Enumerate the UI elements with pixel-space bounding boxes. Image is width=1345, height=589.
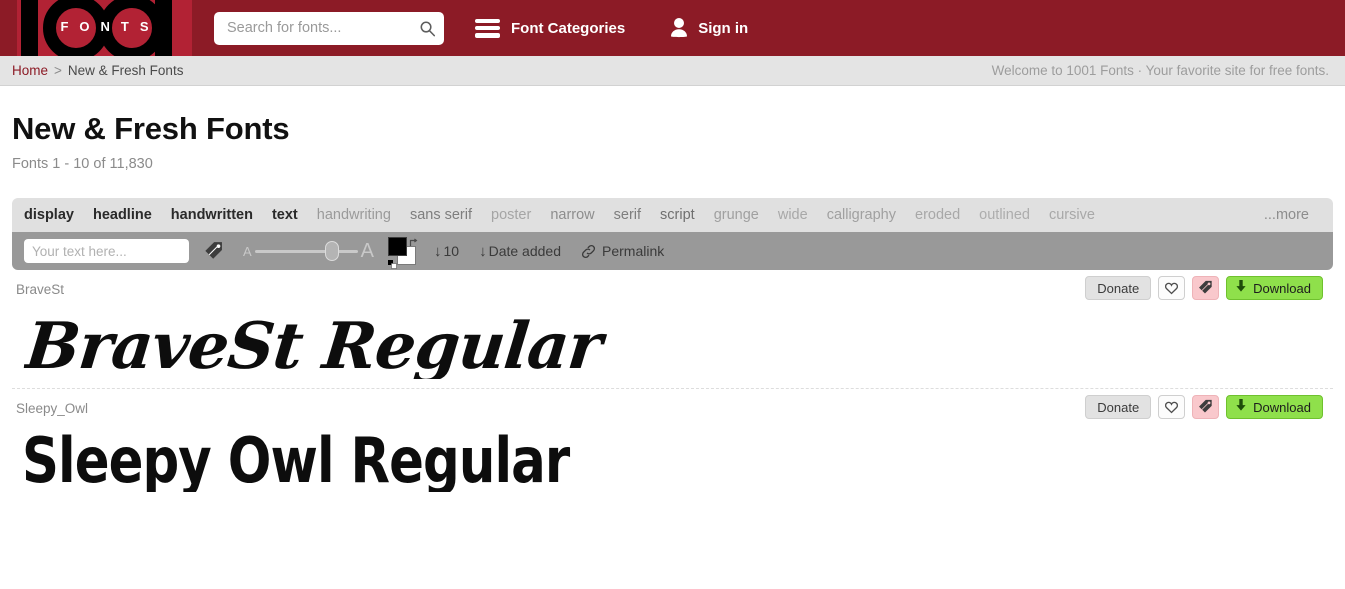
font-actions: Donate Download (1085, 276, 1323, 300)
nav-font-categories[interactable]: Font Categories (475, 18, 626, 38)
page-title: New & Fresh Fonts (12, 111, 290, 146)
download-label: Download (1253, 399, 1311, 415)
download-label: Download (1253, 280, 1311, 296)
sort-label: Date added (488, 243, 561, 259)
site-logo[interactable]: FONTS (17, 0, 192, 56)
tag-filter-eroded[interactable]: eroded (915, 207, 960, 223)
tag-font-button[interactable] (1192, 276, 1220, 300)
search-box[interactable] (214, 11, 444, 45)
donate-button[interactable]: Donate (1085, 276, 1152, 300)
nav-font-categories-label: Font Categories (511, 19, 626, 37)
tag-filter-text[interactable]: text (272, 207, 298, 223)
preview-toolbar: A A ↓ 10 ↓ Date added (12, 232, 1333, 270)
reset-colors-icon[interactable] (388, 256, 397, 269)
font-name-label[interactable]: BraveSt (16, 282, 64, 297)
tag-filter-narrow[interactable]: narrow (550, 207, 594, 223)
font-size-slider[interactable]: A A (243, 240, 374, 263)
font-list-item: Sleepy_Owl Donate Download Sleepy Owl Re… (12, 388, 1333, 492)
permalink-button[interactable]: Permalink (581, 243, 664, 259)
preview-text-input[interactable] (24, 239, 189, 263)
count-arrow-icon: ↓ (434, 242, 442, 260)
permalink-label: Permalink (602, 243, 665, 259)
hamburger-icon (475, 18, 500, 38)
tag-font-button[interactable] (1192, 395, 1220, 419)
font-name-label[interactable]: Sleepy_Owl (16, 401, 88, 416)
tag-filter-grunge[interactable]: grunge (714, 207, 759, 223)
tag-filter-display[interactable]: display (24, 207, 74, 223)
tag-filter-poster[interactable]: poster (491, 207, 531, 223)
donate-button[interactable]: Donate (1085, 395, 1152, 419)
user-icon (669, 17, 698, 39)
tag-more-link[interactable]: ...more (1264, 207, 1309, 223)
tag-filter-handwriting[interactable]: handwriting (317, 207, 391, 223)
font-actions: Donate Download (1085, 395, 1323, 419)
page-result-count: Fonts 1 - 10 of 11,830 (12, 156, 153, 172)
favorite-button[interactable] (1158, 276, 1186, 300)
sort-arrow-icon: ↓ (479, 242, 487, 260)
breadcrumb-home-link[interactable]: Home (12, 63, 48, 78)
logo-text: FONTS (60, 19, 160, 34)
breadcrumb-current: New & Fresh Fonts (67, 63, 184, 78)
tag-filter-headline[interactable]: headline (93, 207, 152, 223)
results-count-button[interactable]: ↓ 10 (434, 243, 459, 260)
results-count-label: 10 (443, 243, 460, 259)
welcome-message: Welcome to 1001 Fonts · Your favorite si… (991, 63, 1329, 78)
font-preview-text[interactable]: Sleepy Owl Regular (22, 430, 1228, 492)
size-small-label: A (243, 243, 252, 259)
tag-filter-serif[interactable]: serif (614, 207, 641, 223)
sort-button[interactable]: ↓ Date added (479, 243, 561, 260)
color-swatch-picker[interactable] (388, 235, 419, 269)
tag-filter-calligraphy[interactable]: calligraphy (827, 207, 896, 223)
tag-filter-sans-serif[interactable]: sans serif (410, 207, 472, 223)
download-arrow-icon (1235, 280, 1247, 296)
tag-filter-cursive[interactable]: cursive (1049, 207, 1095, 223)
favorite-button[interactable] (1158, 395, 1186, 419)
slider-thumb[interactable] (324, 240, 339, 261)
main-content: New & Fresh Fonts Fonts 1 - 10 of 11,830… (0, 111, 1345, 492)
tag-icon[interactable] (204, 241, 243, 262)
download-arrow-icon (1235, 399, 1247, 415)
search-input[interactable] (225, 19, 419, 37)
font-preview-text[interactable]: BraveSt Regular (23, 315, 1337, 379)
tag-filter-handwritten[interactable]: handwritten (171, 207, 253, 223)
tag-filter-script[interactable]: script (660, 207, 695, 223)
nav-sign-in-label: Sign in (698, 19, 749, 37)
download-button[interactable]: Download (1226, 395, 1323, 419)
font-list-item: BraveSt Donate Download BraveSt Regular (12, 270, 1333, 379)
link-icon (581, 244, 602, 259)
tag-filter-wide[interactable]: wide (778, 207, 808, 223)
breadcrumb-separator: > (54, 63, 62, 78)
search-icon[interactable] (419, 20, 436, 37)
foreground-color-swatch[interactable] (388, 237, 408, 256)
breadcrumb-bar: Home > New & Fresh Fonts Welcome to 1001… (0, 56, 1345, 86)
slider-track[interactable] (254, 240, 358, 261)
font-list: BraveSt Donate Download BraveSt Regular … (12, 270, 1333, 492)
nav-sign-in[interactable]: Sign in (669, 17, 748, 39)
tag-filter-bar: display headline handwritten text handwritin… (12, 198, 1333, 232)
tag-filter-outlined[interactable]: outlined (979, 207, 1030, 223)
download-button[interactable]: Download (1226, 276, 1323, 300)
size-large-label: A (360, 239, 375, 262)
swap-colors-icon[interactable] (409, 235, 419, 246)
site-header: FONTS Font Categories Sign in (0, 0, 1345, 56)
